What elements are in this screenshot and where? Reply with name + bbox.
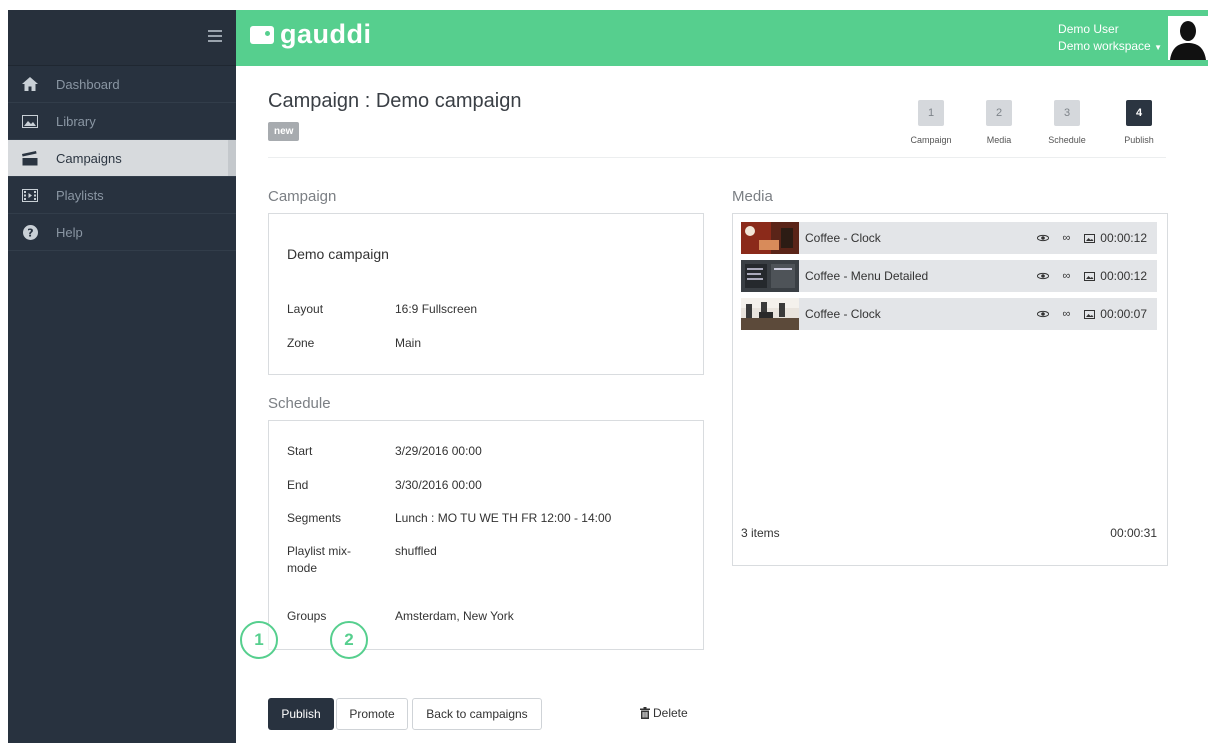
media-thumbnail <box>741 222 799 254</box>
media-duration: 00:00:12 <box>1100 231 1147 245</box>
step-label: Schedule <box>1048 135 1086 145</box>
step-number: 3 <box>1054 100 1080 126</box>
media-item[interactable]: Coffee - Clock ∞ 00:00:12 <box>741 222 1157 254</box>
step-media[interactable]: 2 Media <box>972 100 1026 145</box>
media-thumbnail <box>741 260 799 292</box>
zone-label: Zone <box>287 336 315 350</box>
layout-value: 16:9 Fullscreen <box>395 302 478 316</box>
zone-value: Main <box>395 336 422 350</box>
schedule-panel: Start 3/29/2016 00:00 End 3/30/2016 00:0… <box>268 420 704 650</box>
workspace-name: Demo workspace <box>1058 39 1151 53</box>
start-value: 3/29/2016 00:00 <box>395 444 482 458</box>
mixmode-value: shuffled <box>395 544 437 558</box>
start-label: Start <box>287 444 313 458</box>
callout-marker: 2 <box>330 621 368 659</box>
back-to-campaigns-button[interactable]: Back to campaigns <box>412 698 542 730</box>
image-icon <box>1083 232 1095 244</box>
callout-marker: 1 <box>240 621 278 659</box>
sidebar-item-help[interactable]: ? Help <box>8 214 236 251</box>
step-schedule[interactable]: 3 Schedule <box>1040 100 1094 145</box>
step-number: 2 <box>986 100 1012 126</box>
sidebar-item-library[interactable]: Library <box>8 103 236 140</box>
end-label: End <box>287 478 309 492</box>
media-item[interactable]: Coffee - Menu Detailed ∞ 00:00:12 <box>741 260 1157 292</box>
link-icon[interactable]: ∞ <box>1060 270 1072 282</box>
wizard-steps: 1 Campaign 2 Media 3 Schedule 4 Publish <box>904 100 1166 145</box>
step-number: 1 <box>918 100 944 126</box>
media-duration: 00:00:12 <box>1100 269 1147 283</box>
campaign-section-heading: Campaign <box>268 188 337 205</box>
clapperboard-icon <box>22 150 38 166</box>
sidebar-item-dashboard[interactable]: Dashboard <box>8 66 236 103</box>
eye-icon[interactable] <box>1037 232 1050 244</box>
user-name: Demo User <box>1058 22 1119 36</box>
media-count: 3 items <box>741 526 780 540</box>
sidebar-item-label: Campaigns <box>56 150 122 166</box>
image-icon <box>1083 308 1095 320</box>
media-total-duration: 00:00:31 <box>1110 526 1157 540</box>
sidebar-header <box>8 10 236 66</box>
segments-value: Lunch : MO TU WE TH FR 12:00 - 14:00 <box>395 511 612 525</box>
hamburger-menu-icon[interactable] <box>208 30 222 42</box>
step-publish[interactable]: 4 Publish <box>1112 100 1166 145</box>
media-duration: 00:00:07 <box>1100 307 1147 321</box>
workspace-selector[interactable]: Demo workspace ▼ <box>1058 38 1162 56</box>
publish-button[interactable]: Publish <box>268 698 334 730</box>
caret-down-icon: ▼ <box>1154 43 1162 52</box>
avatar[interactable] <box>1168 16 1208 60</box>
groups-value: Amsterdam, New York <box>395 609 514 623</box>
media-section-heading: Media <box>732 188 773 205</box>
user-menu[interactable]: Demo User Demo workspace ▼ <box>1058 21 1162 56</box>
trash-icon <box>640 707 650 719</box>
image-icon <box>22 113 38 129</box>
page-title: Campaign : Demo campaign <box>268 90 522 112</box>
sidebar-item-label: Dashboard <box>56 76 120 92</box>
campaign-name: Demo campaign <box>287 246 389 262</box>
sidebar: Dashboard Library Campaigns Playlists ? … <box>8 10 236 743</box>
link-icon[interactable]: ∞ <box>1060 232 1072 244</box>
mixmode-label: Playlist mix-mode <box>287 544 352 575</box>
schedule-section-heading: Schedule <box>268 395 331 412</box>
segments-label: Segments <box>287 511 342 525</box>
eye-icon[interactable] <box>1037 308 1050 320</box>
delete-label: Delete <box>653 706 688 720</box>
media-name: Coffee - Menu Detailed <box>805 269 929 283</box>
step-campaign[interactable]: 1 Campaign <box>904 100 958 145</box>
film-strip-icon <box>22 187 38 203</box>
sidebar-item-label: Library <box>56 113 96 129</box>
campaign-panel: Demo campaign Layout 16:9 Fullscreen Zon… <box>268 213 704 375</box>
media-name: Coffee - Clock <box>805 231 881 245</box>
sidebar-item-playlists[interactable]: Playlists <box>8 177 236 214</box>
brand-logo[interactable]: gauddi <box>250 19 372 50</box>
end-value: 3/30/2016 00:00 <box>395 478 482 492</box>
sidebar-item-label: Help <box>56 224 83 240</box>
image-icon <box>1083 270 1095 282</box>
media-panel: Coffee - Clock ∞ 00:00:12 Coffee - Menu … <box>732 213 1168 566</box>
step-label: Campaign <box>910 135 952 145</box>
media-name: Coffee - Clock <box>805 307 881 321</box>
promote-button[interactable]: Promote <box>336 698 408 730</box>
home-icon <box>22 76 38 92</box>
help-icon: ? <box>22 224 38 240</box>
eye-icon[interactable] <box>1037 270 1050 282</box>
step-label: Media <box>986 135 1012 145</box>
header-divider <box>268 157 1166 158</box>
main-content: Campaign : Demo campaign new 1 Campaign … <box>236 66 1208 743</box>
logo-mark-icon <box>250 25 274 44</box>
svg-text:?: ? <box>27 226 33 239</box>
link-icon[interactable]: ∞ <box>1060 308 1072 320</box>
media-item[interactable]: Coffee - Clock ∞ 00:00:07 <box>741 298 1157 330</box>
layout-label: Layout <box>287 302 324 316</box>
delete-button[interactable]: Delete <box>640 706 688 720</box>
top-bar: gauddi Demo User Demo workspace ▼ <box>236 10 1208 66</box>
groups-label: Groups <box>287 609 327 623</box>
step-number: 4 <box>1126 100 1152 126</box>
brand-name: gauddi <box>280 19 372 49</box>
media-thumbnail <box>741 298 799 330</box>
sidebar-item-label: Playlists <box>56 187 104 203</box>
sidebar-item-campaigns[interactable]: Campaigns <box>8 140 236 177</box>
status-badge: new <box>268 122 300 141</box>
app-frame: Dashboard Library Campaigns Playlists ? … <box>8 10 1208 743</box>
step-label: Publish <box>1124 135 1154 145</box>
